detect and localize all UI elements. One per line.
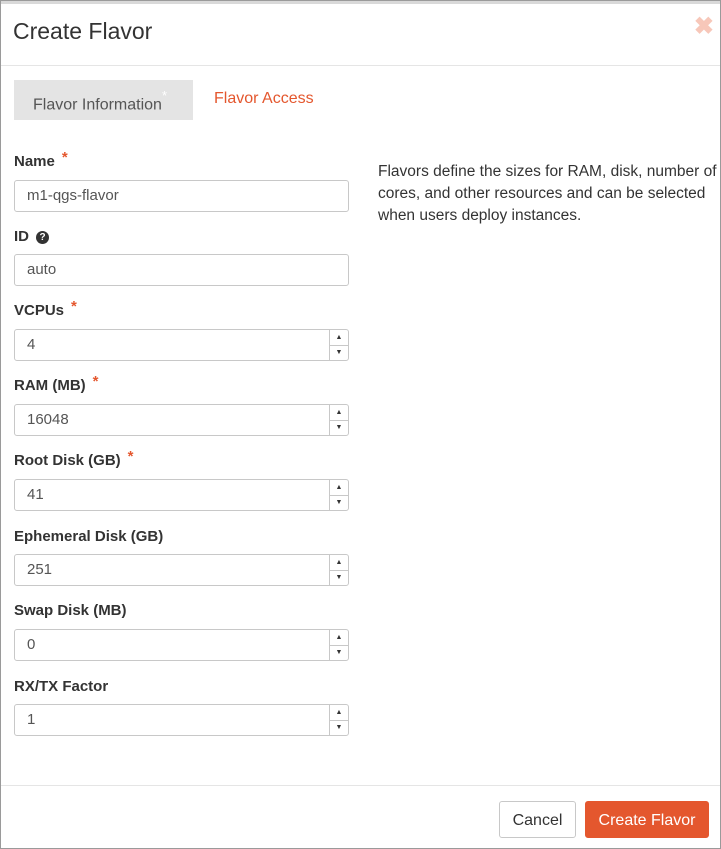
swap-disk-label: Swap Disk (MB) xyxy=(14,602,127,619)
name-input[interactable]: m1-qgs-flavor xyxy=(14,180,349,212)
ram-stepper: ▲ ▼ xyxy=(329,405,348,435)
decrement-icon[interactable]: ▼ xyxy=(330,345,348,360)
id-label: ID? xyxy=(14,228,49,245)
ram-input[interactable]: 16048 ▲ ▼ xyxy=(14,404,349,436)
increment-icon[interactable]: ▲ xyxy=(330,555,348,571)
tab-flavor-access[interactable]: Flavor Access xyxy=(214,80,314,120)
tab-flavor-information-label: Flavor Information xyxy=(33,96,162,114)
required-asterisk: * xyxy=(71,298,77,315)
ephemeral-disk-stepper: ▲ ▼ xyxy=(329,555,348,585)
create-flavor-dialog: Create Flavor ✖ Flavor Information* Flav… xyxy=(0,0,721,849)
rxtx-factor-label: RX/TX Factor xyxy=(14,678,109,695)
tab-flavor-information[interactable]: Flavor Information* xyxy=(14,80,193,120)
swap-disk-input[interactable]: 0 ▲ ▼ xyxy=(14,629,349,661)
root-disk-input[interactable]: 41 ▲ ▼ xyxy=(14,479,349,511)
modal-title: Create Flavor xyxy=(13,18,153,44)
create-flavor-button[interactable]: Create Flavor xyxy=(585,801,709,838)
vcpus-stepper: ▲ ▼ xyxy=(329,330,348,360)
root-disk-label: Root Disk (GB) * xyxy=(14,448,134,469)
ram-label: RAM (MB) * xyxy=(14,373,99,394)
ephemeral-disk-input[interactable]: 251 ▲ ▼ xyxy=(14,554,349,586)
vcpus-input[interactable]: 4 ▲ ▼ xyxy=(14,329,349,361)
rxtx-factor-stepper: ▲ ▼ xyxy=(329,705,348,735)
increment-icon[interactable]: ▲ xyxy=(330,705,348,721)
ephemeral-disk-label: Ephemeral Disk (GB) xyxy=(14,528,164,545)
name-label: Name * xyxy=(14,149,68,170)
tab-required-marker: * xyxy=(161,88,167,103)
required-asterisk: * xyxy=(127,448,134,465)
required-asterisk: * xyxy=(92,373,99,390)
increment-icon[interactable]: ▲ xyxy=(330,480,348,496)
required-asterisk: * xyxy=(61,149,68,166)
decrement-icon[interactable]: ▼ xyxy=(330,570,348,585)
rxtx-factor-input[interactable]: 1 ▲ ▼ xyxy=(14,704,349,736)
vcpus-label: VCPUs * xyxy=(14,298,77,319)
flavor-description: Flavors define the sizes for RAM, disk, … xyxy=(378,163,717,224)
close-icon[interactable]: ✖ xyxy=(694,15,714,39)
decrement-icon[interactable]: ▼ xyxy=(330,645,348,660)
modal-footer: Cancel Create Flavor xyxy=(1,785,720,849)
modal-header: Create Flavor ✖ xyxy=(1,1,720,66)
swap-disk-stepper: ▲ ▼ xyxy=(329,630,348,660)
help-icon[interactable]: ? xyxy=(36,231,49,244)
decrement-icon[interactable]: ▼ xyxy=(330,420,348,435)
cancel-button[interactable]: Cancel xyxy=(499,801,576,838)
increment-icon[interactable]: ▲ xyxy=(330,405,348,421)
decrement-icon[interactable]: ▼ xyxy=(330,495,348,510)
decrement-icon[interactable]: ▼ xyxy=(330,720,348,735)
increment-icon[interactable]: ▲ xyxy=(330,330,348,346)
id-input[interactable]: auto xyxy=(14,254,349,286)
root-disk-stepper: ▲ ▼ xyxy=(329,480,348,510)
increment-icon[interactable]: ▲ xyxy=(330,630,348,646)
